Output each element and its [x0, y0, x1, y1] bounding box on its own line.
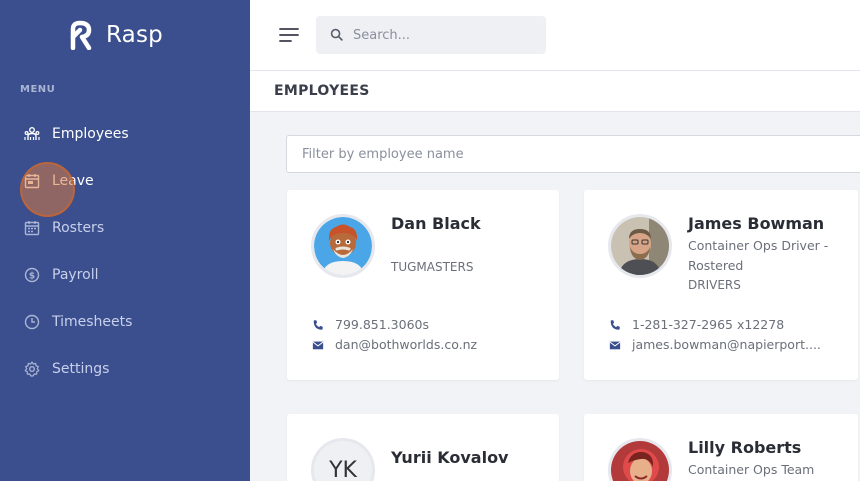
- menu-label: MENU: [20, 84, 56, 95]
- sidebar-item-timesheets[interactable]: Timesheets: [24, 310, 132, 334]
- employee-role: Container Ops Driver - Rostered: [688, 238, 829, 273]
- employees-icon: [24, 126, 40, 142]
- employee-avatar: [608, 214, 672, 278]
- employee-avatar: [311, 214, 375, 278]
- phone-icon: [608, 318, 622, 332]
- hamburger-menu-icon[interactable]: [278, 26, 300, 44]
- sidebar-item-leave[interactable]: Leave: [24, 169, 94, 193]
- email-text: dan@bothworlds.co.nz: [335, 337, 478, 352]
- photo-avatar-icon: [611, 441, 669, 481]
- calendar-icon: [24, 173, 40, 189]
- avatar-initials: YK: [329, 457, 357, 481]
- sidebar-item-label: Rosters: [52, 220, 105, 236]
- email-icon: [311, 338, 325, 352]
- gear-icon: [24, 361, 40, 377]
- employee-name: Lilly Roberts: [688, 438, 802, 457]
- clock-icon: [24, 314, 40, 330]
- sidebar-item-rosters[interactable]: Rosters: [24, 216, 104, 240]
- page-header: EMPLOYEES: [250, 71, 860, 112]
- sidebar-item-label: Settings: [52, 361, 110, 377]
- employee-email: james.bowman@napierport....: [608, 337, 821, 352]
- employee-name: Yurii Kovalov: [391, 448, 509, 467]
- phone-text: 1-281-327-2965 x12278: [632, 317, 785, 332]
- svg-text:$: $: [29, 271, 35, 281]
- employee-phone: 799.851.3060s: [311, 317, 429, 332]
- employee-role: Container Ops Team: [688, 462, 815, 477]
- search-box[interactable]: [316, 16, 546, 54]
- sidebar-item-settings[interactable]: Settings: [24, 357, 109, 381]
- dollar-circle-icon: $: [24, 267, 40, 283]
- photo-avatar-icon: [611, 217, 669, 275]
- page-title: EMPLOYEES: [274, 83, 370, 99]
- employee-email: dan@bothworlds.co.nz: [311, 337, 477, 352]
- employee-card[interactable]: James Bowman Container Ops Driver - Rost…: [584, 190, 858, 380]
- cartoon-avatar-icon: [314, 217, 372, 275]
- sidebar: Rasp MENU Employees Leave Rosters $ Payr…: [0, 0, 250, 481]
- search-icon: [330, 26, 343, 45]
- employee-avatar: YK: [311, 438, 375, 481]
- email-text: james.bowman@napierport....: [632, 337, 821, 352]
- employee-card[interactable]: Dan Black TUGMASTERS 799.851.3060s dan@b…: [287, 190, 559, 380]
- search-input[interactable]: [353, 27, 523, 43]
- email-icon: [608, 338, 622, 352]
- employee-company: TUGMASTERS: [391, 260, 474, 274]
- phone-text: 799.851.3060s: [335, 317, 429, 332]
- sidebar-item-label: Payroll: [52, 267, 99, 283]
- employee-card[interactable]: YK Yurii Kovalov: [287, 414, 559, 481]
- sidebar-item-label: Employees: [52, 126, 129, 142]
- phone-icon: [311, 318, 325, 332]
- top-bar: [250, 0, 860, 71]
- sidebar-item-label: Leave: [52, 173, 94, 189]
- employee-card[interactable]: Lilly Roberts Container Ops Team: [584, 414, 858, 481]
- sidebar-item-payroll[interactable]: $ Payroll: [24, 263, 98, 287]
- sidebar-item-employees[interactable]: Employees: [24, 122, 129, 146]
- roster-calendar-icon: [24, 220, 40, 236]
- brand[interactable]: Rasp: [68, 20, 163, 50]
- employee-phone: 1-281-327-2965 x12278: [608, 317, 784, 332]
- brand-name: Rasp: [106, 22, 163, 48]
- employee-filter-input[interactable]: [286, 135, 860, 173]
- employee-name: Dan Black: [391, 214, 481, 233]
- employee-avatar: [608, 438, 672, 481]
- employee-name: James Bowman: [688, 214, 825, 233]
- sidebar-item-label: Timesheets: [52, 314, 133, 330]
- rasp-logo-icon: [70, 20, 92, 50]
- employee-company: DRIVERS: [688, 278, 741, 292]
